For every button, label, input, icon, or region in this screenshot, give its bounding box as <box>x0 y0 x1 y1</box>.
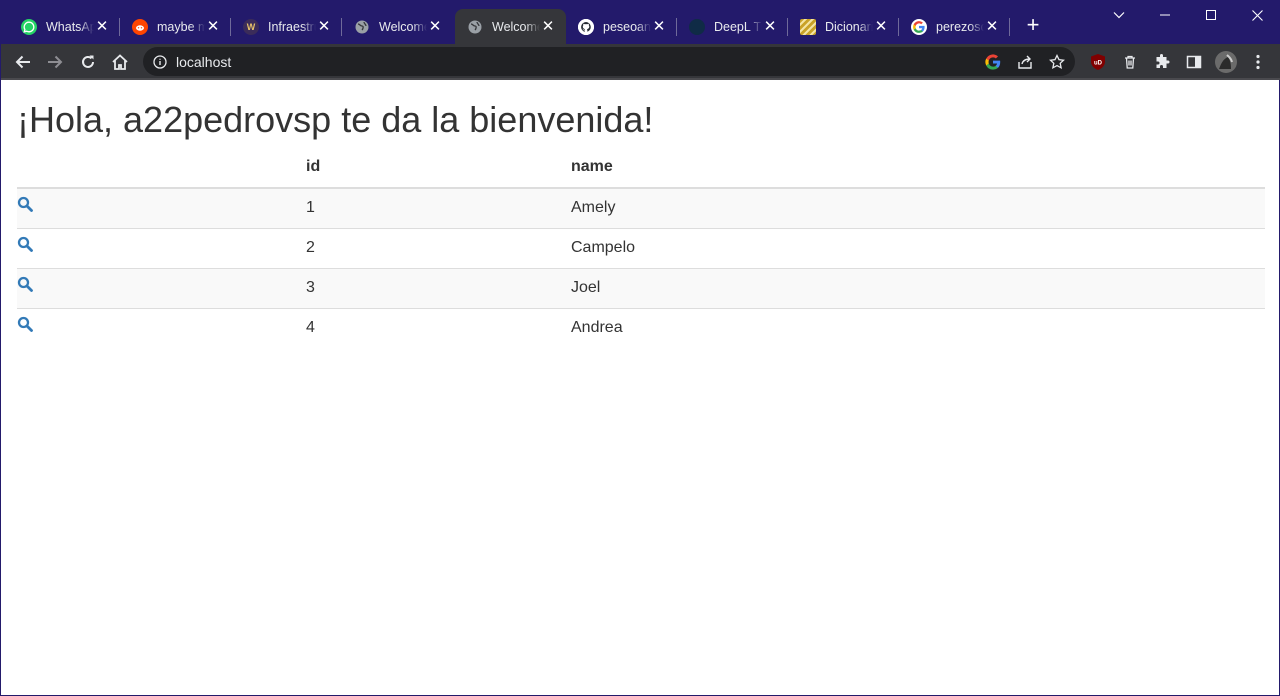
close-icon[interactable]: ✕ <box>540 18 556 35</box>
back-button[interactable] <box>11 50 35 74</box>
tab-title: maybe m <box>157 19 205 34</box>
tab-whatsapp[interactable]: WhatsApp ✕ <box>9 9 120 44</box>
search-icon[interactable] <box>17 276 33 297</box>
tab-search-chevron-icon[interactable] <box>1099 5 1139 25</box>
tab-infraestructura[interactable]: W Infraestru ✕ <box>231 9 342 44</box>
table-row: 1 Amely <box>17 187 1265 228</box>
globe-icon <box>467 19 483 35</box>
tab-deepl[interactable]: DeepL Tr ✕ <box>677 9 788 44</box>
close-icon[interactable]: ✕ <box>205 18 221 35</box>
tab-reddit[interactable]: maybe m ✕ <box>120 9 231 44</box>
close-icon[interactable]: ✕ <box>873 18 889 35</box>
ublock-extension-icon[interactable]: uD <box>1086 50 1110 74</box>
tab-title: WhatsApp <box>46 19 94 34</box>
google-lens-icon[interactable] <box>983 52 1003 72</box>
bookmark-star-icon[interactable] <box>1047 52 1067 72</box>
home-icon <box>112 54 128 70</box>
tab-title: Welcome <box>492 19 540 34</box>
cell-id: 4 <box>306 307 571 348</box>
github-icon <box>578 18 594 35</box>
table-header-row: id name <box>17 147 1265 189</box>
profile-avatar[interactable] <box>1214 50 1238 74</box>
tab-title: perezoso <box>936 19 984 34</box>
browser-toolbar: localhost uD <box>1 44 1280 79</box>
dictionary-icon <box>800 18 816 35</box>
new-tab-button[interactable]: + <box>1023 14 1043 36</box>
cell-name: Amely <box>571 187 1265 228</box>
column-header-actions <box>17 147 306 189</box>
tab-github[interactable]: peseoan ✕ <box>566 9 677 44</box>
cell-name: Campelo <box>571 227 1265 268</box>
trash-extension-icon[interactable] <box>1118 50 1142 74</box>
tab-title: peseoan <box>603 19 651 34</box>
column-header-name: name <box>571 147 1265 189</box>
back-arrow-icon <box>15 55 30 69</box>
close-icon[interactable]: ✕ <box>316 18 332 35</box>
tab-welcome-1[interactable]: Welcome ✕ <box>342 9 453 44</box>
table-row: 2 Campelo <box>17 227 1265 268</box>
reload-button[interactable] <box>76 50 100 74</box>
tab-google-search[interactable]: perezoso ✕ <box>899 9 1010 44</box>
close-icon[interactable]: ✕ <box>984 18 1000 35</box>
tab-title: Infraestru <box>268 19 316 34</box>
close-icon[interactable]: ✕ <box>762 18 778 35</box>
google-icon <box>911 18 927 35</box>
whatsapp-icon <box>21 18 37 35</box>
cell-name: Joel <box>571 267 1265 308</box>
side-panel-icon[interactable] <box>1182 50 1206 74</box>
reload-icon <box>82 55 94 68</box>
close-icon[interactable]: ✕ <box>94 18 110 35</box>
table-row: 3 Joel <box>17 267 1265 308</box>
tab-welcome-active[interactable]: Welcome ✕ <box>455 9 566 44</box>
page-title: ¡Hola, a22pedrovsp te da la bienvenida! <box>17 99 654 140</box>
cell-id: 3 <box>306 267 571 308</box>
share-icon[interactable] <box>1015 52 1035 72</box>
maximize-button[interactable] <box>1191 5 1231 25</box>
forward-arrow-icon <box>48 55 63 69</box>
cell-id: 2 <box>306 227 571 268</box>
page-content: ¡Hola, a22pedrovsp te da la bienvenida! … <box>17 80 1265 348</box>
globe-icon <box>354 19 370 35</box>
reddit-icon <box>132 18 148 35</box>
cell-id: 1 <box>306 187 571 228</box>
extensions-puzzle-icon[interactable] <box>1150 50 1174 74</box>
site-info-icon[interactable] <box>150 52 170 72</box>
forward-button[interactable] <box>43 50 67 74</box>
search-icon[interactable] <box>17 316 33 337</box>
tab-strip: WhatsApp ✕ maybe m ✕ W Infraestru ✕ Welc… <box>1 0 1280 44</box>
tab-title: Dicionari <box>825 19 873 34</box>
close-icon[interactable]: ✕ <box>651 18 667 35</box>
search-icon[interactable] <box>17 236 33 257</box>
search-icon[interactable] <box>17 196 33 217</box>
users-table: id name 1 Amely 2 Campelo 3 Joel 4 Andre… <box>17 147 1265 348</box>
column-header-id: id <box>306 147 571 189</box>
minimize-button[interactable] <box>1145 5 1185 25</box>
close-icon[interactable]: ✕ <box>427 18 443 35</box>
tab-dicionario[interactable]: Dicionari ✕ <box>788 9 899 44</box>
cell-name: Andrea <box>571 307 1265 348</box>
svg-text:uD: uD <box>1094 61 1103 67</box>
w-logo-icon: W <box>243 18 259 35</box>
deepl-icon <box>689 18 705 35</box>
table-row: 4 Andrea <box>17 307 1265 348</box>
tab-title: DeepL Tr <box>714 19 762 34</box>
address-bar[interactable]: localhost <box>143 47 1075 76</box>
close-window-button[interactable] <box>1237 5 1277 25</box>
url-text[interactable]: localhost <box>176 54 231 70</box>
menu-kebab-icon[interactable] <box>1246 50 1270 74</box>
tab-title: Welcome <box>379 19 427 34</box>
tab-separator <box>1009 18 1010 36</box>
home-button[interactable] <box>108 50 132 74</box>
